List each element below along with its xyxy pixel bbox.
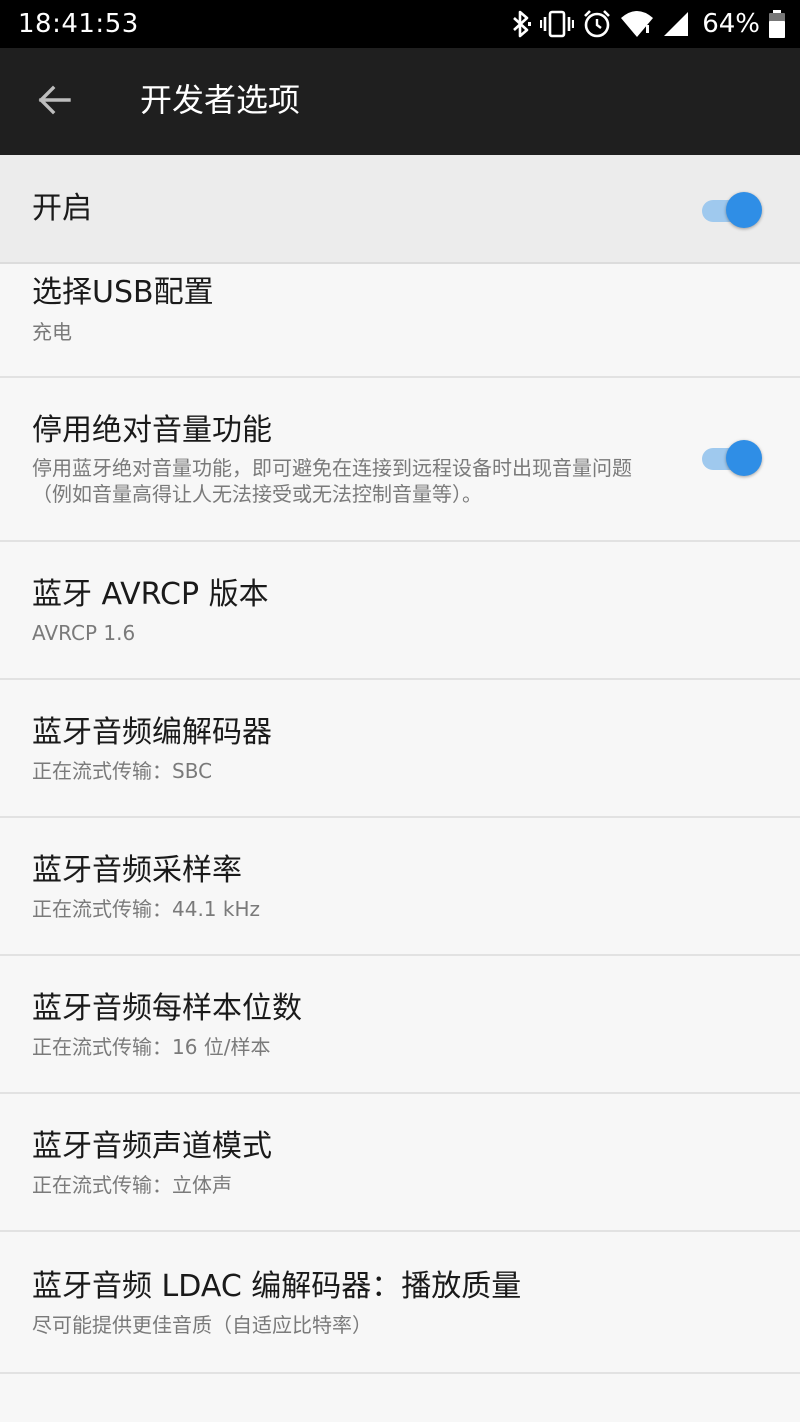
alarm-icon	[582, 9, 612, 39]
list-item-summary: 正在流式传输：SBC	[32, 759, 213, 783]
vibrate-icon	[540, 9, 575, 39]
list-item-title: 选择USB配置	[32, 275, 214, 310]
list-item-avrcp-version[interactable]: 蓝牙 AVRCP 版本 AVRCP 1.6	[0, 542, 800, 680]
list-item-title: 蓝牙音频声道模式	[32, 1129, 272, 1164]
master-switch-toggle[interactable]	[700, 190, 764, 230]
list-item-sample-rate[interactable]: 蓝牙音频采样率 正在流式传输：44.1 kHz	[0, 818, 800, 956]
list-item-title: 蓝牙音频编解码器	[32, 715, 272, 750]
list-item-channel-mode[interactable]: 蓝牙音频声道模式 正在流式传输：立体声	[0, 1094, 800, 1232]
app-bar: 开发者选项	[0, 48, 800, 155]
list-item-usb-config[interactable]: 选择USB配置 充电	[0, 264, 800, 378]
list-item-summary: 充电	[32, 320, 72, 344]
back-button[interactable]	[26, 76, 82, 128]
master-switch-label: 开启	[32, 191, 92, 226]
list-item-audio-codec[interactable]: 蓝牙音频编解码器 正在流式传输：SBC	[0, 680, 800, 818]
list-item-title: 蓝牙音频每样本位数	[32, 991, 302, 1026]
battery-icon	[768, 9, 786, 39]
list-item-summary: 正在流式传输：44.1 kHz	[32, 897, 261, 921]
page-title: 开发者选项	[140, 81, 301, 119]
list-item-title: 蓝牙 AVRCP 版本	[32, 577, 269, 612]
list-item-summary: 正在流式传输：16 位/样本	[32, 1035, 271, 1059]
list-item-summary: 正在流式传输：立体声	[32, 1173, 232, 1197]
signal-icon	[662, 9, 690, 39]
bluetooth-icon	[510, 9, 532, 39]
wifi-icon	[620, 9, 654, 39]
list-item-summary: AVRCP 1.6	[32, 621, 136, 645]
list-item-bits-per-sample[interactable]: 蓝牙音频每样本位数 正在流式传输：16 位/样本	[0, 956, 800, 1094]
toggle-thumb	[726, 192, 762, 228]
list-item-ldac-quality[interactable]: 蓝牙音频 LDAC 编解码器：播放质量 尽可能提供更佳音质（自适应比特率）	[0, 1232, 800, 1374]
battery-percent: 64%	[702, 9, 760, 39]
back-arrow-icon	[37, 85, 71, 119]
list-item-title: 蓝牙音频 LDAC 编解码器：播放质量	[32, 1269, 522, 1304]
master-switch-row[interactable]: 开启	[0, 155, 800, 264]
list-item-summary: 尽可能提供更佳音质（自适应比特率）	[32, 1313, 372, 1337]
toggle-thumb	[726, 440, 762, 476]
list-item-title: 蓝牙音频采样率	[32, 853, 242, 888]
list-item-title: 停用绝对音量功能	[32, 413, 272, 448]
disable-absolute-volume-toggle[interactable]	[700, 438, 764, 478]
list-item-disable-absolute-volume[interactable]: 停用绝对音量功能 停用蓝牙绝对音量功能，即可避免在连接到远程设备时出现音量问题（…	[0, 378, 800, 542]
status-bar: 18:41:53 64%	[0, 0, 800, 48]
status-icons: 64%	[510, 8, 786, 40]
list-item-summary: 停用蓝牙绝对音量功能，即可避免在连接到远程设备时出现音量问题（例如音量高得让人无…	[32, 456, 632, 506]
status-time: 18:41:53	[18, 9, 139, 39]
